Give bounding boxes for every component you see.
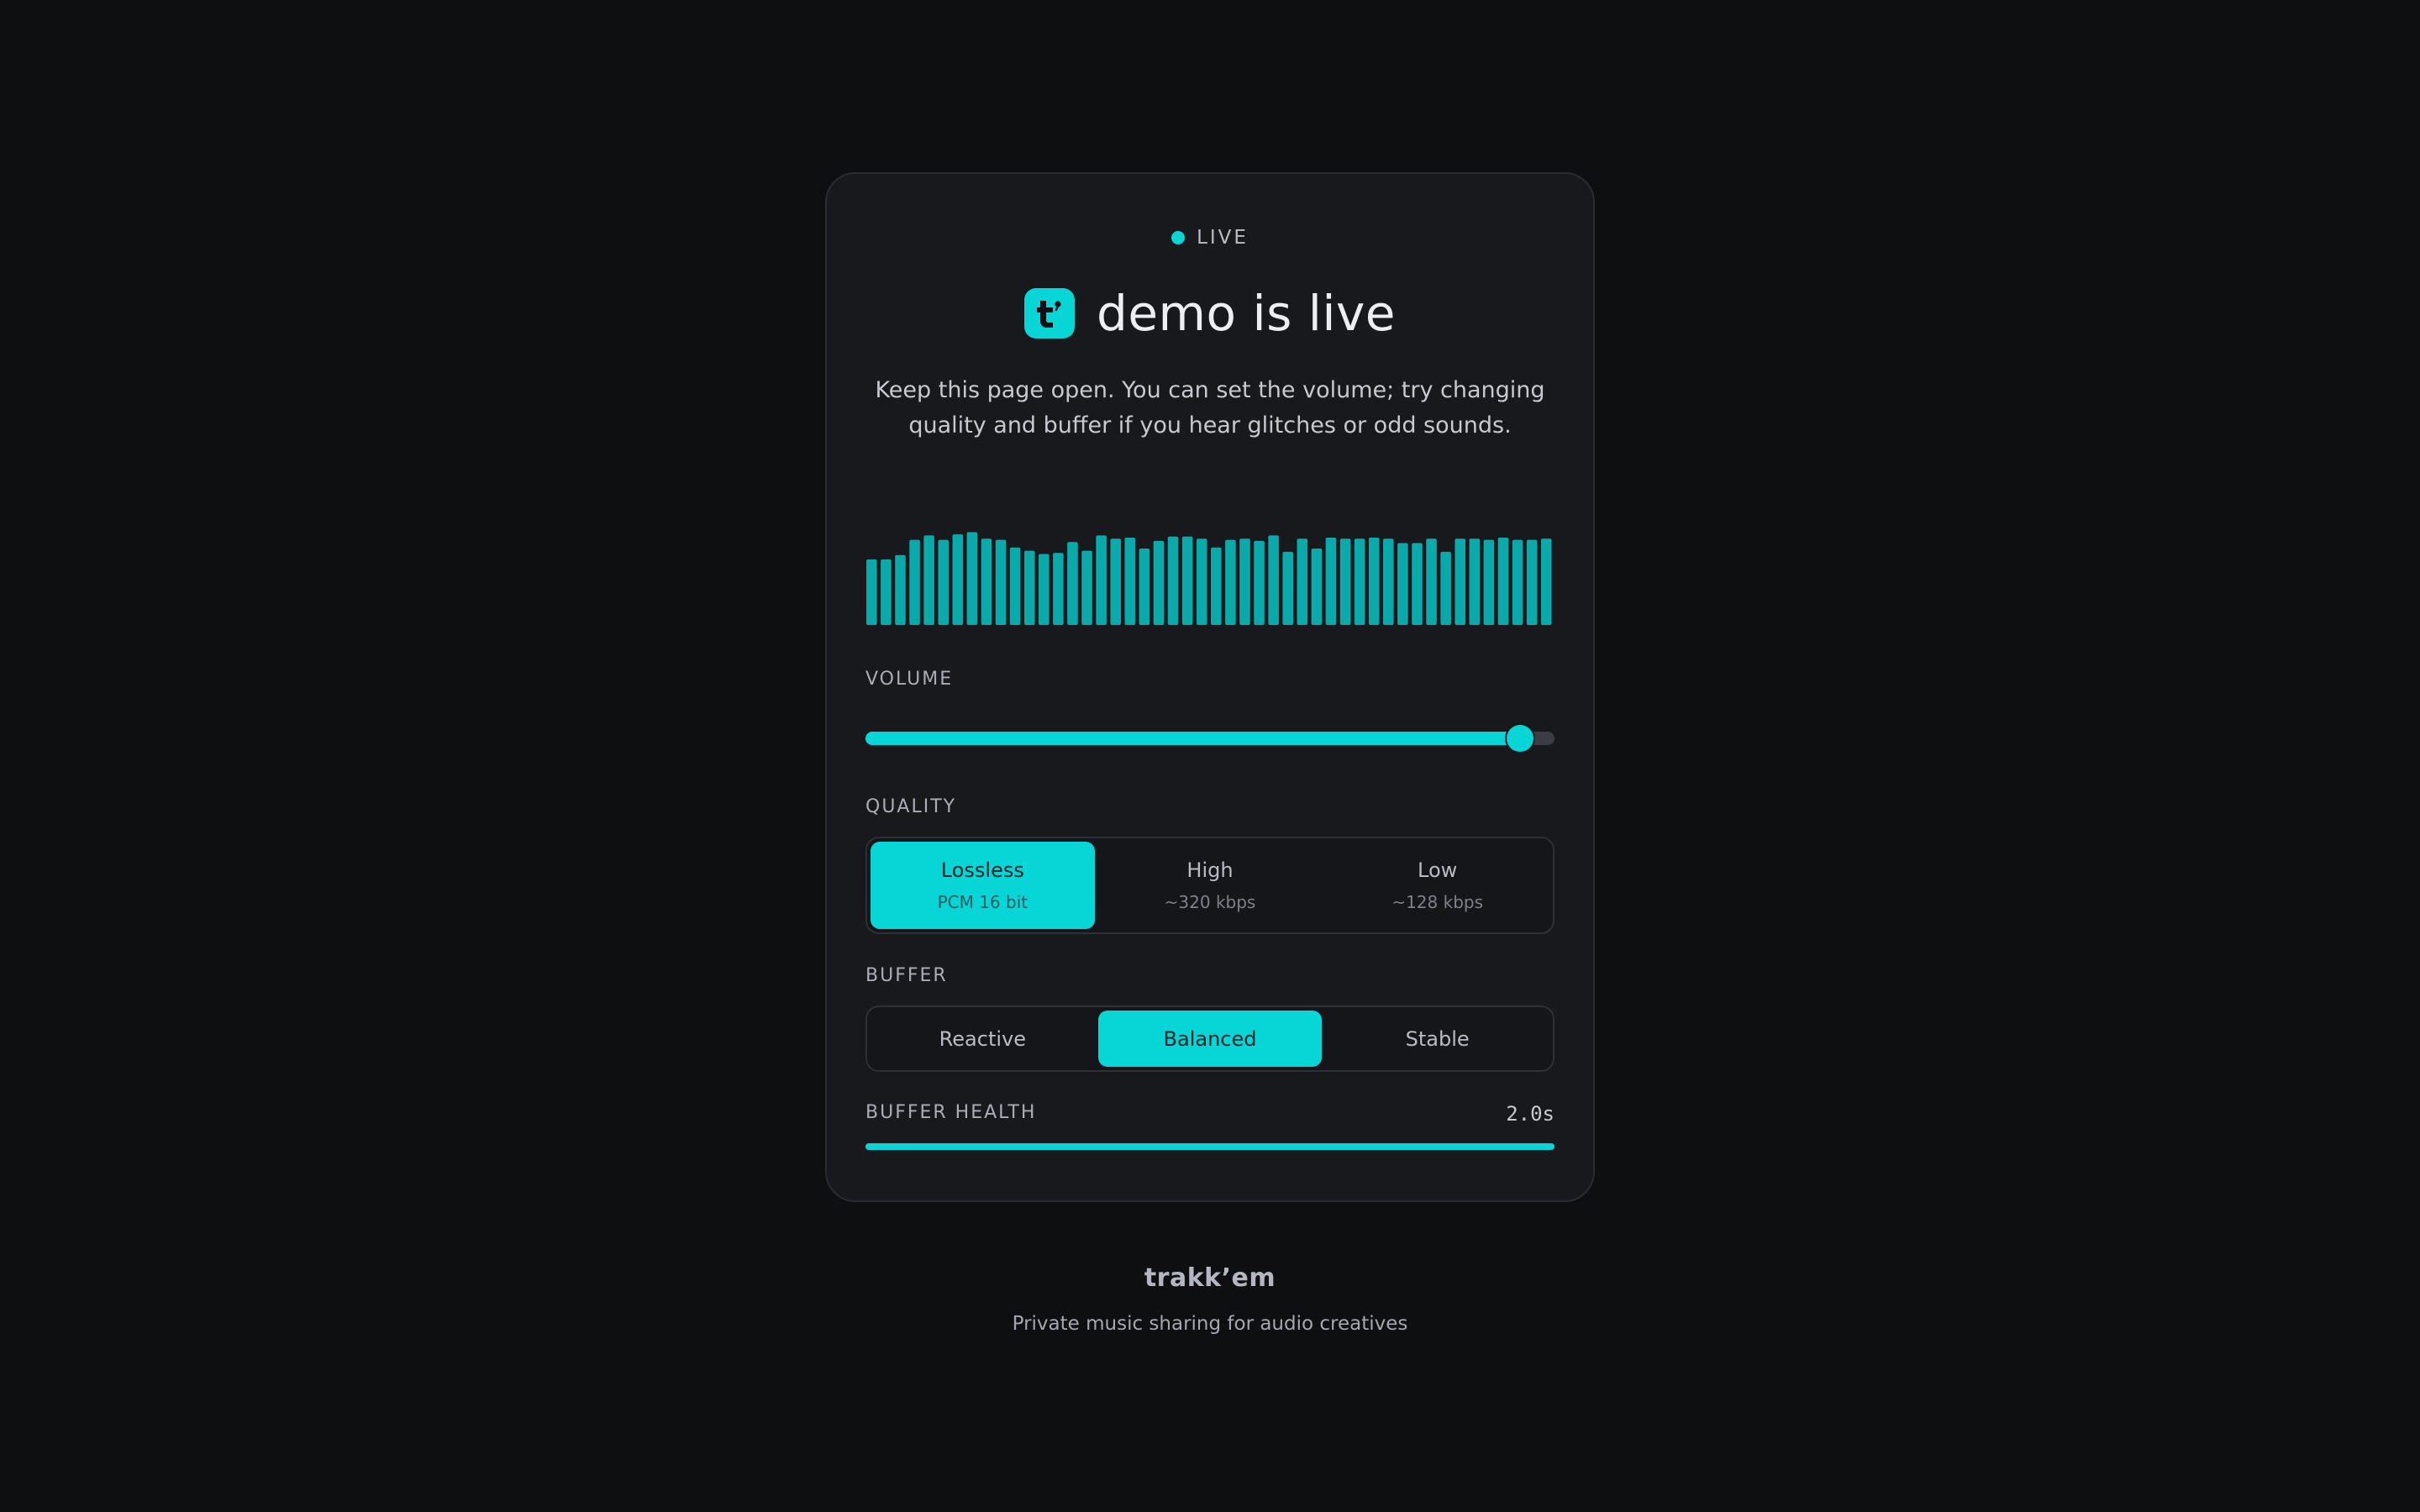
quality-option-label: Low (1418, 858, 1458, 882)
visualizer-bar (1497, 538, 1509, 625)
visualizer-bar (938, 539, 949, 625)
quality-option-label: High (1186, 858, 1234, 882)
visualizer-bar (895, 554, 906, 625)
buffer-option-label: Stable (1405, 1026, 1470, 1051)
visualizer-bar (1110, 538, 1121, 625)
visualizer-bar (1455, 538, 1465, 625)
visualizer-bar (1368, 538, 1380, 625)
visualizer-bar (952, 534, 964, 625)
audio-visualizer (866, 532, 1552, 625)
visualizer-bar (1239, 538, 1250, 625)
visualizer-bar (1339, 538, 1351, 625)
quality-option-lossless[interactable]: Lossless PCM 16 bit (871, 842, 1095, 929)
visualizer-bar (866, 559, 877, 625)
buffer-health-bar (865, 1143, 1555, 1150)
quality-option-high[interactable]: High ~320 kbps (1098, 842, 1323, 929)
title-row: demo is live (0, 284, 2420, 343)
buffer-selector: Reactive Balanced Stable (865, 1005, 1555, 1072)
buffer-option-balanced[interactable]: Balanced (1097, 1011, 1323, 1067)
quality-option-sub: ~128 kbps (1392, 892, 1484, 912)
visualizer-bar (1440, 551, 1451, 625)
quality-option-low[interactable]: Low ~128 kbps (1325, 842, 1549, 929)
visualizer-bar (1254, 540, 1265, 625)
visualizer-bar (1297, 538, 1308, 625)
visualizer-bar (1412, 543, 1423, 625)
visualizer-bar (1469, 538, 1481, 625)
visualizer-bar (1023, 550, 1035, 625)
visualizer-bar (981, 538, 992, 625)
visualizer-bar (1397, 543, 1408, 625)
quality-option-label: Lossless (940, 858, 1024, 882)
visualizer-bar (1325, 538, 1337, 625)
buffer-option-stable[interactable]: Stable (1325, 1011, 1549, 1067)
visualizer-bar (1311, 549, 1323, 625)
volume-slider[interactable] (865, 725, 1555, 752)
visualizer-bar (1383, 538, 1394, 625)
quality-option-sub: PCM 16 bit (937, 892, 1028, 912)
visualizer-bar (1196, 538, 1207, 625)
live-label: LIVE (1197, 227, 1249, 249)
buffer-health-label: BUFFER HEALTH (865, 1102, 1037, 1123)
visualizer-bar (1009, 547, 1021, 625)
visualizer-bar (1167, 536, 1179, 625)
buffer-label: BUFFER (865, 965, 948, 986)
description-text: Keep this page open. You can set the vol… (875, 377, 1545, 438)
visualizer-bar (1139, 549, 1150, 625)
buffer-option-label: Balanced (1163, 1026, 1257, 1051)
visualizer-bar (1096, 535, 1107, 625)
visualizer-bar (909, 539, 920, 625)
visualizer-bar (966, 532, 978, 625)
quality-option-sub: ~320 kbps (1164, 892, 1256, 912)
page-title: demo is live (1097, 285, 1396, 342)
buffer-option-reactive[interactable]: Reactive (871, 1011, 1095, 1067)
visualizer-bar (923, 535, 934, 625)
quality-selector: Lossless PCM 16 bit High ~320 kbps Low ~… (865, 837, 1555, 934)
buffer-health-value: 2.0s (1506, 1102, 1555, 1126)
quality-label: QUALITY (865, 796, 957, 817)
buffer-health-fill (865, 1143, 1555, 1150)
visualizer-bar (1153, 540, 1165, 625)
footer-brand: trakk’em (1144, 1263, 1276, 1293)
visualizer-bar (1124, 538, 1136, 625)
visualizer-bar (1081, 550, 1092, 625)
volume-label: VOLUME (865, 669, 954, 690)
visualizer-bar (995, 539, 1007, 625)
visualizer-bar (1426, 538, 1437, 625)
visualizer-bar (881, 559, 892, 625)
visualizer-bar (1282, 551, 1293, 625)
live-dot-icon (1171, 231, 1186, 244)
trakkem-logo-icon (1024, 288, 1076, 339)
visualizer-bar (1053, 553, 1064, 625)
footer-tagline: Private music sharing for audio creative… (1012, 1313, 1408, 1335)
visualizer-bar (1268, 535, 1279, 625)
buffer-option-label: Reactive (939, 1026, 1026, 1051)
visualizer-bar (1211, 547, 1222, 625)
visualizer-bar (1354, 538, 1365, 625)
volume-slider-thumb[interactable] (1507, 725, 1534, 752)
live-status: LIVE (0, 227, 2420, 249)
volume-slider-fill (865, 732, 1520, 745)
visualizer-bar (1225, 539, 1236, 625)
visualizer-bar (1483, 539, 1495, 625)
visualizer-bar (1540, 538, 1552, 625)
visualizer-bar (1067, 542, 1078, 625)
visualizer-bar (1181, 536, 1193, 625)
visualizer-bar (1039, 554, 1050, 625)
visualizer-bar (1526, 539, 1538, 625)
visualizer-bar (1512, 539, 1523, 625)
